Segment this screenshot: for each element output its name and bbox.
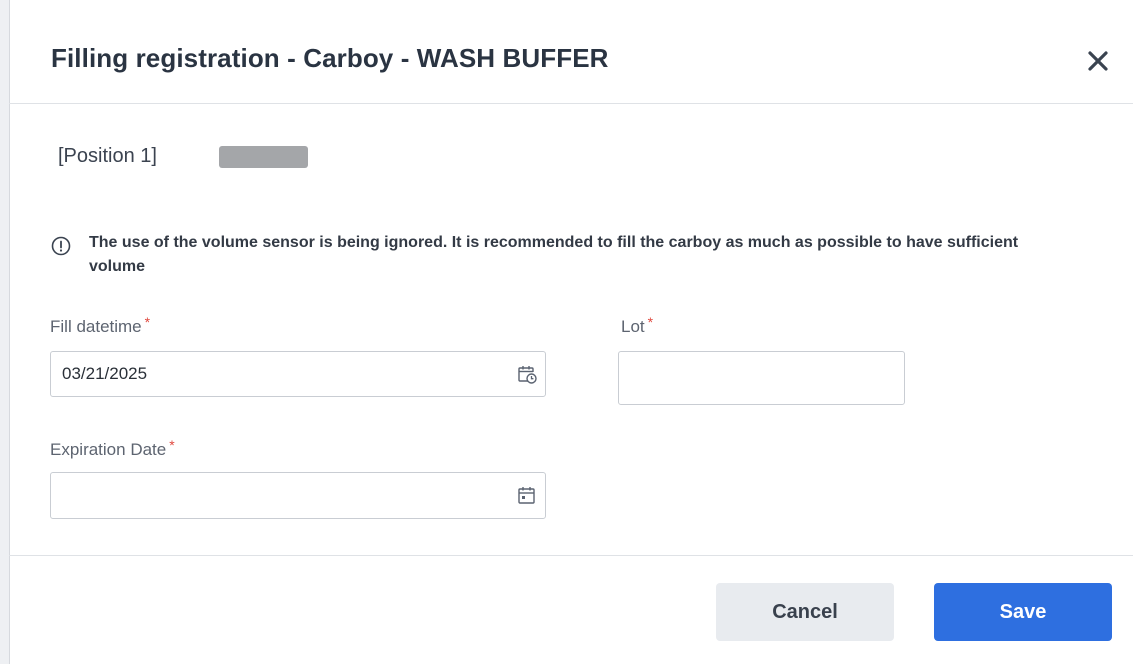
expiration-date-input[interactable] [51, 473, 545, 518]
fill-datetime-picker-button[interactable] [515, 362, 539, 386]
lot-field [618, 351, 905, 405]
lot-label: Lot * [621, 314, 654, 337]
dialog-footer: Cancel Save [9, 555, 1133, 664]
fill-datetime-field [50, 351, 546, 397]
expiration-date-field [50, 472, 546, 519]
fill-datetime-label-text: Fill datetime [50, 317, 142, 336]
dialog-title: Filling registration - Carboy - WASH BUF… [51, 43, 609, 73]
expiration-date-picker-button[interactable] [515, 483, 539, 507]
cancel-button[interactable]: Cancel [716, 583, 894, 641]
close-button[interactable] [1081, 44, 1115, 78]
position-label: [Position 1] [58, 145, 157, 167]
notice-icon-wrap [50, 235, 72, 257]
required-mark: * [144, 314, 151, 330]
fill-datetime-label: Fill datetime * [50, 314, 151, 337]
expiration-date-label: Expiration Date * [50, 437, 175, 460]
lot-label-text: Lot [621, 317, 645, 336]
save-button[interactable]: Save [934, 583, 1112, 641]
calendar-icon [518, 487, 535, 504]
expiration-date-label-text: Expiration Date [50, 440, 167, 459]
required-mark: * [169, 437, 175, 453]
calendar-clock-icon [518, 366, 537, 384]
filling-registration-dialog: Filling registration - Carboy - WASH BUF… [0, 0, 1133, 664]
info-circle-icon [51, 236, 71, 256]
notice-text: The use of the volume sensor is being ig… [89, 234, 1019, 275]
dialog-header: Filling registration - Carboy - WASH BUF… [9, 0, 1133, 104]
lot-input[interactable] [619, 352, 904, 404]
required-mark: * [647, 314, 654, 330]
close-icon [1088, 51, 1108, 71]
redacted-value [219, 146, 308, 168]
fill-datetime-input[interactable] [51, 352, 545, 396]
